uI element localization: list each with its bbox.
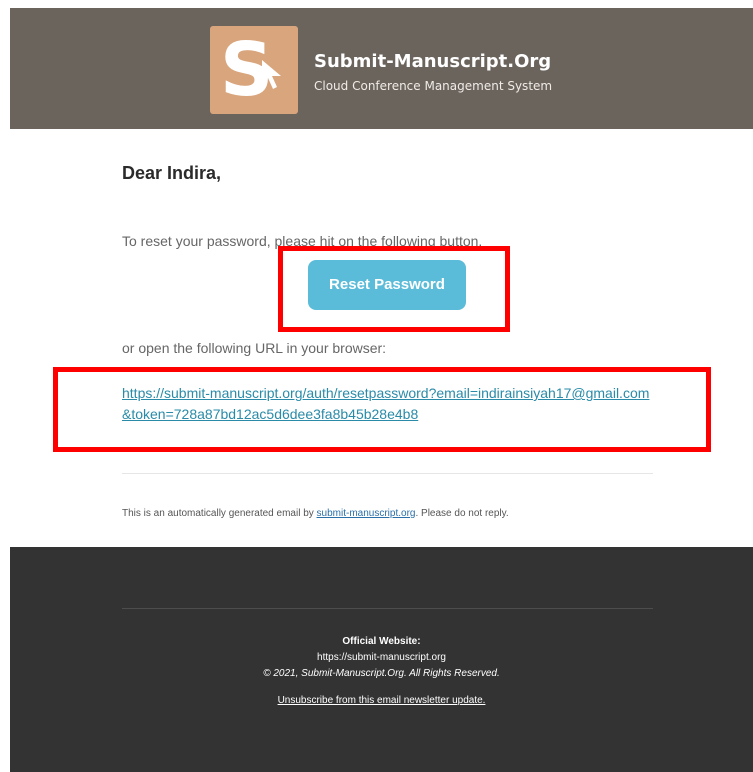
auto-generated-notice: This is an automatically generated email… <box>122 508 509 519</box>
highlight-box-url <box>53 367 711 452</box>
email-header: S Submit-Manuscript.Org Cloud Conference… <box>10 8 753 129</box>
or-text: or open the following URL in your browse… <box>122 340 387 356</box>
email-container: S Submit-Manuscript.Org Cloud Conference… <box>10 8 753 772</box>
footer-url: https://submit-manuscript.org <box>317 652 446 663</box>
highlight-box-button <box>278 246 510 332</box>
email-footer: Official Website: https://submit-manuscr… <box>10 547 753 772</box>
divider <box>122 473 653 474</box>
footer-copyright: © 2021, Submit-Manuscript.Org. All Right… <box>263 668 500 679</box>
brand-title: Submit-Manuscript.Org <box>314 51 552 72</box>
notice-site-link[interactable]: submit-manuscript.org <box>317 508 416 519</box>
notice-suffix: . Please do not reply. <box>415 508 509 519</box>
footer-divider <box>122 608 653 609</box>
greeting: Dear Indira, <box>122 163 222 183</box>
brand-subtitle: Cloud Conference Management System <box>314 79 553 93</box>
cursor-icon <box>262 60 281 89</box>
footer-title: Official Website: <box>342 636 421 647</box>
unsubscribe-link[interactable]: Unsubscribe from this email newsletter u… <box>10 695 753 706</box>
notice-prefix: This is an automatically generated email… <box>122 508 317 519</box>
brand-logo: S <box>210 26 298 114</box>
